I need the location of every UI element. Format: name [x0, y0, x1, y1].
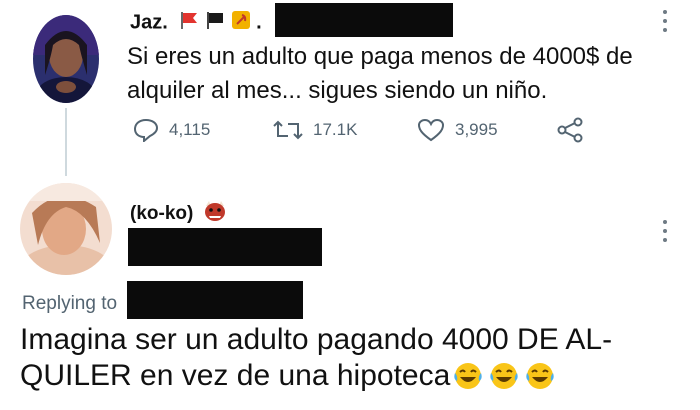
hammer-sickle-icon	[231, 10, 251, 36]
ogre-emoji-icon	[203, 200, 227, 228]
author-name[interactable]: Jaz.	[130, 11, 168, 33]
share-icon	[557, 117, 583, 143]
thread-connector-line	[65, 108, 67, 176]
reply-author-avatar[interactable]	[20, 183, 112, 275]
reply-button[interactable]: 4,115	[133, 116, 210, 144]
joy-emoji-icon	[526, 363, 554, 389]
joy-emoji-icon	[490, 363, 518, 389]
retweet-count: 17.1K	[313, 120, 358, 139]
joy-emoji-icon	[454, 363, 482, 389]
name-period: .	[256, 11, 262, 34]
retweet-icon	[273, 120, 303, 140]
reply-count: 4,115	[169, 120, 211, 139]
emoji-row	[452, 361, 556, 391]
black-flag-icon	[205, 10, 225, 36]
reply-author-name-row: (ko-ko)	[130, 200, 227, 228]
reply-author-name[interactable]: (ko-ko)	[130, 203, 193, 224]
redacted-reply-handle	[128, 228, 322, 266]
redacted-replying-to-handle	[127, 281, 303, 319]
author-avatar[interactable]	[33, 15, 99, 103]
more-options-icon[interactable]	[662, 10, 668, 36]
red-flag-icon	[179, 10, 199, 36]
replying-to-label: Replying to	[22, 293, 118, 314]
redacted-handle	[275, 3, 453, 37]
author-name-row: Jaz. .	[130, 10, 262, 36]
reply-more-options-icon[interactable]	[662, 220, 668, 246]
tweet-text: Si eres un adulto que paga menos de 4000…	[127, 43, 633, 104]
retweet-button[interactable]: 17.1K	[273, 116, 357, 144]
like-button[interactable]: 3,995	[417, 116, 498, 144]
heart-icon	[417, 118, 445, 142]
share-button[interactable]	[556, 116, 594, 144]
reply-text-block: Imagina ser un adulto pagando 4000 DE AL…	[20, 322, 690, 394]
reply-icon	[133, 118, 159, 142]
like-count: 3,995	[455, 120, 498, 139]
